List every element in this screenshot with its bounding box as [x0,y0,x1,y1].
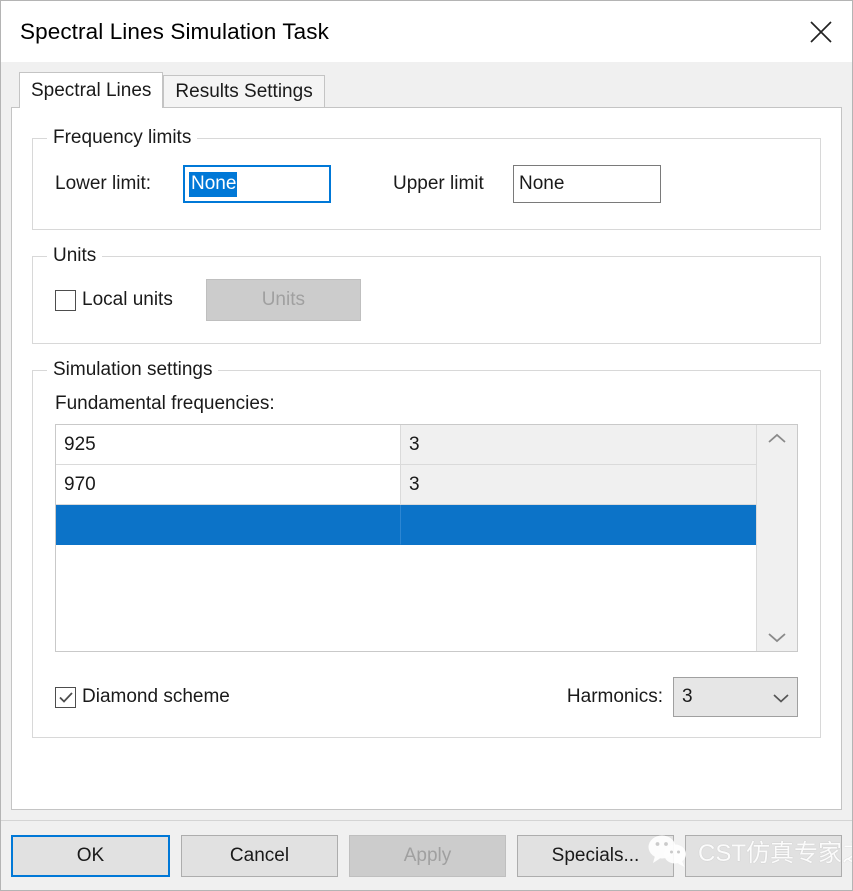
cell-frequency[interactable] [56,505,401,545]
upper-limit-value: None [519,173,564,195]
harmonics-value: 3 [682,686,771,708]
units-button[interactable]: Units [206,279,361,321]
tab-results-settings[interactable]: Results Settings [163,75,324,107]
page-title: Spectral Lines Simulation Task [20,19,329,45]
cell-harmonic[interactable]: 3 [401,425,756,465]
fundamental-frequencies-table[interactable]: 925 3 970 3 [55,424,798,652]
title-bar: Spectral Lines Simulation Task [1,1,852,62]
specials-button[interactable]: Specials... [517,835,674,877]
table-body: 925 3 970 3 [56,425,756,651]
specials-button-label: Specials... [552,845,640,867]
lower-limit-value: None [189,172,237,197]
ok-button-label: OK [77,845,104,867]
frequency-limits-row: Lower limit: None Upper limit None [55,165,798,203]
table-row-selected[interactable] [56,505,756,545]
cancel-button[interactable]: Cancel [181,835,338,877]
units-group: Units Local units Units [32,256,821,344]
table-empty-col1 [56,545,401,651]
tab-label: Spectral Lines [31,80,151,101]
apply-button-label: Apply [404,845,452,867]
table-empty-area [56,545,756,651]
close-button[interactable] [790,2,852,62]
local-units-label: Local units [82,289,173,311]
chevron-up-icon[interactable] [766,432,788,446]
harmonics-dropdown[interactable]: 3 [673,677,798,717]
help-button[interactable] [685,835,842,877]
cell-frequency[interactable]: 925 [56,425,401,465]
checkbox-box-icon [55,290,76,311]
apply-button[interactable]: Apply [349,835,506,877]
tab-bar: Spectral Lines Results Settings [11,71,842,107]
cancel-button-label: Cancel [230,845,289,867]
spectral-lines-dialog: Spectral Lines Simulation Task Spectral … [0,0,853,891]
simulation-options-row: Diamond scheme Harmonics: 3 [55,677,798,717]
upper-limit-input[interactable]: None [513,165,661,203]
chevron-down-icon [771,691,791,704]
checkbox-checked-icon [55,687,76,708]
chevron-down-icon[interactable] [766,630,788,644]
simulation-settings-group: Simulation settings Fundamental frequenc… [32,370,821,738]
dialog-body: Spectral Lines Results Settings Frequenc… [1,62,852,820]
table-vertical-scrollbar[interactable] [756,425,797,651]
ok-button[interactable]: OK [11,835,170,877]
fundamental-frequencies-label: Fundamental frequencies: [55,393,798,415]
lower-limit-label: Lower limit: [55,173,183,195]
frequency-limits-group: Frequency limits Lower limit: None Upper… [32,138,821,230]
table-empty-col2 [401,545,756,651]
upper-limit-label: Upper limit [393,173,513,195]
cell-frequency[interactable]: 970 [56,465,401,505]
frequency-limits-title: Frequency limits [47,127,197,149]
diamond-scheme-checkbox[interactable]: Diamond scheme [55,686,230,708]
tab-panel-spectral-lines: Frequency limits Lower limit: None Upper… [11,107,842,810]
close-icon [808,19,834,45]
table-row[interactable]: 970 3 [56,465,756,505]
tab-spectral-lines[interactable]: Spectral Lines [19,72,163,108]
dialog-footer: OK Cancel Apply Specials... [1,820,852,890]
lower-limit-input[interactable]: None [183,165,331,203]
simulation-settings-title: Simulation settings [47,359,218,381]
tab-label: Results Settings [175,81,312,102]
local-units-checkbox[interactable]: Local units [55,289,173,311]
units-button-label: Units [262,289,305,311]
cell-harmonic[interactable]: 3 [401,465,756,505]
table-row[interactable]: 925 3 [56,425,756,465]
cell-harmonic[interactable] [401,505,756,545]
diamond-scheme-label: Diamond scheme [82,686,230,708]
units-row: Local units Units [55,279,798,321]
units-title: Units [47,245,102,267]
harmonics-label: Harmonics: [567,686,663,708]
